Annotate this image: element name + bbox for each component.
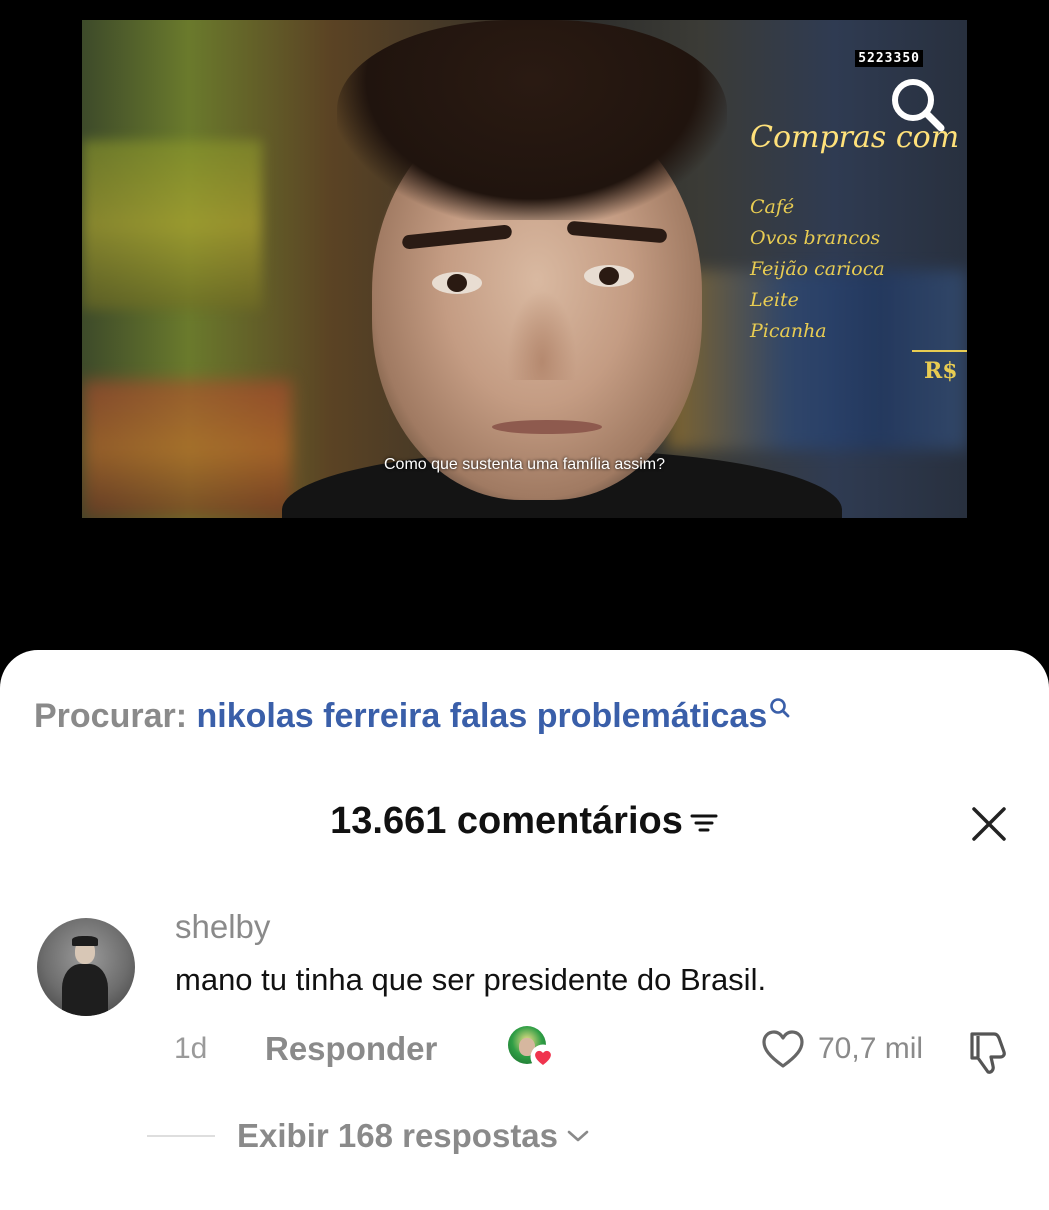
heart-icon (530, 1044, 556, 1070)
creator-liked-badge (508, 1026, 556, 1070)
chevron-down-icon (567, 1130, 589, 1142)
view-replies[interactable]: Exibir 168 respostas (147, 1117, 590, 1155)
thumbs-down-icon[interactable] (964, 1028, 1012, 1076)
shopping-list-divider (912, 350, 967, 352)
related-search[interactable]: Procurar: nikolas ferreira falas problem… (34, 697, 791, 736)
shopping-list-item: Ovos brancos (750, 227, 881, 249)
related-search-query[interactable]: nikolas ferreira falas problemáticas (197, 697, 768, 735)
person-hair (337, 20, 727, 220)
comment-text: mano tu tinha que ser presidente do Bras… (175, 962, 767, 997)
shopping-list-currency: R$ (924, 358, 958, 384)
comment-username[interactable]: shelby (175, 908, 270, 946)
person-nose (507, 290, 577, 380)
comments-sheet: Procurar: nikolas ferreira falas problem… (0, 650, 1049, 1210)
avatar[interactable] (37, 918, 135, 1016)
reply-button[interactable]: Responder (265, 1030, 437, 1068)
avatar-figure (72, 936, 98, 946)
sort-icon[interactable] (689, 811, 719, 835)
shopping-list-item: Leite (750, 289, 799, 311)
shopping-list-item: Picanha (750, 320, 827, 342)
background-shelf (82, 380, 292, 518)
comments-count-header: 13.661 comentários (0, 800, 1049, 843)
shopping-list-item: Feijão carioca (750, 258, 885, 280)
related-search-prefix: Procurar: (34, 697, 188, 735)
person-mouth (492, 420, 602, 434)
video-player[interactable]: 5223350 Compras com Café Ovos brancos Fe… (82, 20, 967, 518)
view-replies-label[interactable]: Exibir 168 respostas (237, 1117, 558, 1154)
shopping-list: Café Ovos brancos Feijão carioca Leite P… (750, 192, 885, 347)
background-shelf (82, 140, 262, 310)
like-count: 70,7 mil (818, 1032, 924, 1065)
shopping-list-title: Compras com (750, 120, 960, 155)
heart-icon[interactable] (760, 1028, 806, 1070)
shopping-list-item: Café (750, 196, 795, 218)
person-eye (584, 265, 634, 287)
video-subtitle: Como que sustenta uma família assim? (383, 456, 665, 473)
replies-divider (147, 1135, 215, 1137)
avatar-figure (62, 964, 108, 1016)
video-counter: 5223350 (855, 50, 923, 67)
comments-count: 13.661 comentários (330, 800, 683, 842)
close-icon[interactable] (971, 806, 1007, 842)
comment-timestamp: 1d (174, 1032, 208, 1065)
person-eye (432, 272, 482, 294)
search-icon (770, 698, 790, 718)
